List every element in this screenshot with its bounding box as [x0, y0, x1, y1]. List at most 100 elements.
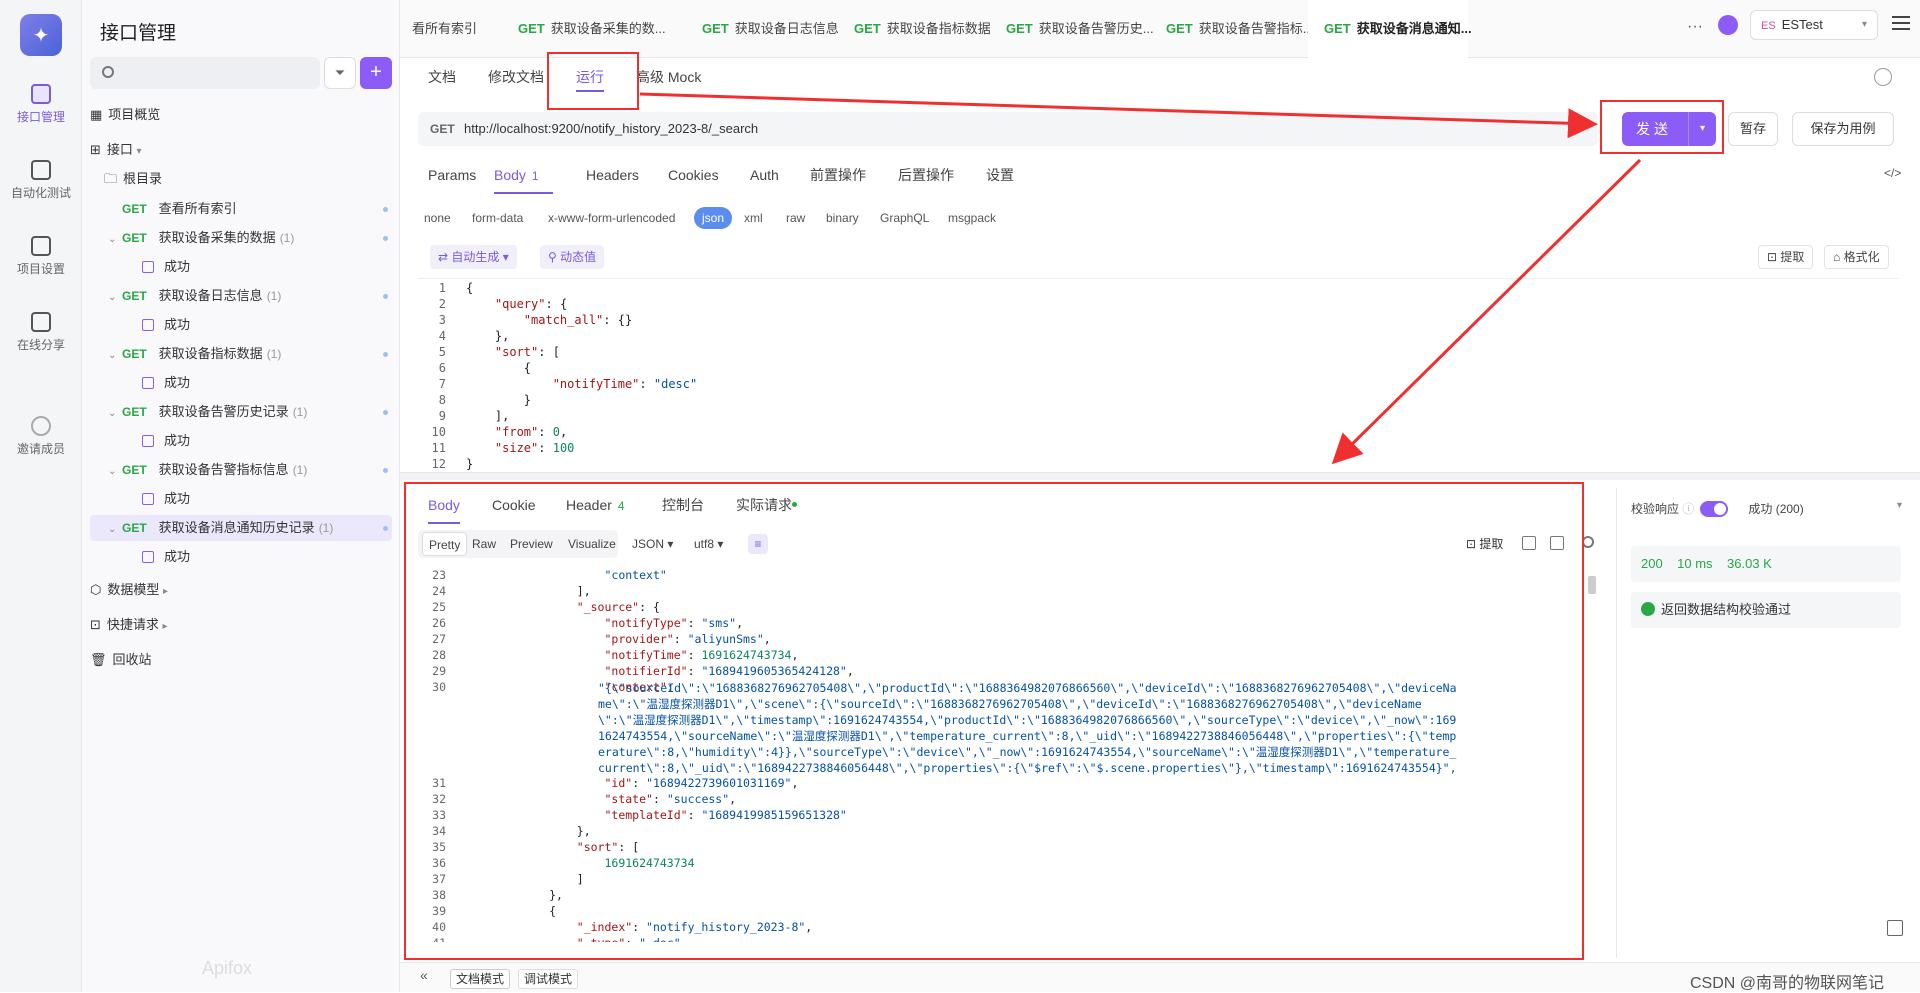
sidebar-item-api-6[interactable]: ⌄ GET 获取设备消息通知历史记录 (1) [90, 515, 392, 541]
param-tab-1[interactable]: Body 1 [494, 164, 553, 194]
validate-toggle[interactable] [1700, 501, 1729, 517]
api-icon: ⊞ [90, 142, 101, 157]
param-tab-0[interactable]: Params [428, 164, 476, 194]
layout-toggle-icon[interactable] [1887, 920, 1903, 936]
app-logo: ✦ [20, 14, 62, 56]
tab-request-1[interactable]: GET 获取设备采集的数... [502, 0, 680, 58]
code-view-icon[interactable]: </> [1884, 166, 1901, 180]
add-button[interactable]: + [360, 57, 392, 89]
request-body-editor[interactable]: 1 {2 "query": {3 "match_all": {} 4 }, 5 "so… [418, 278, 1898, 471]
body-type-GraphQL[interactable]: GraphQL [880, 207, 929, 229]
menu-icon[interactable] [1892, 16, 1910, 30]
response-time: 10 ms [1677, 556, 1713, 571]
tab-request-2[interactable]: GET 获取设备日志信息 [686, 0, 839, 58]
doc-mode-button[interactable]: 文档模式 [450, 969, 511, 989]
sidebar-search-input[interactable] [90, 57, 320, 89]
param-tab-5[interactable]: 前置操作 [810, 164, 866, 194]
sidebar-item-overview[interactable]: ▦ 项目概览 [90, 102, 392, 128]
body-type-xml[interactable]: xml [744, 207, 763, 229]
url-input[interactable]: http://localhost:9200/notify_history_202… [464, 121, 758, 136]
sidebar-case-item[interactable]: 成功 [90, 544, 392, 570]
sidebar-item-api-5[interactable]: ⌄ GET 获取设备告警指标信息 (1) [90, 457, 392, 483]
rail-item-invite[interactable]: 邀请成员 [0, 416, 82, 457]
chevron-down-icon: ⌄ [108, 408, 117, 419]
code-line: { [466, 281, 474, 295]
sidebar-item-api-0[interactable]: GET 查看所有索引 [90, 196, 392, 222]
tab-advanced-mock[interactable]: 高级 Mock [636, 62, 701, 92]
sidebar-item-api[interactable]: ⊞ 接口 ▾ [90, 137, 392, 163]
param-tab-2[interactable]: Headers [586, 164, 639, 194]
body-type-raw[interactable]: raw [786, 207, 805, 229]
debug-mode-button[interactable]: 调试模式 [518, 969, 579, 989]
body-type-form-data[interactable]: form-data [472, 207, 523, 229]
tab-request-4[interactable]: GET 获取设备告警历史... [990, 0, 1154, 58]
tab-request-6[interactable]: GET 获取设备消息通知... [1308, 0, 1472, 58]
tab-method: GET [702, 21, 729, 36]
api-name: 获取设备告警指标信息 [158, 462, 289, 477]
param-tab-7[interactable]: 设置 [986, 164, 1014, 194]
body-type-x-www-form-urlencoded[interactable]: x-www-form-urlencoded [548, 207, 675, 229]
save-draft-button[interactable]: 暂存 [1728, 112, 1778, 146]
auto-generate-button[interactable]: ⇄ 自动生成 ▾ [430, 245, 517, 269]
param-tab-4[interactable]: Auth [750, 164, 779, 194]
param-tab-label: Headers [586, 167, 639, 183]
collapse-icon[interactable]: « [420, 967, 428, 983]
api-name: 查看所有索引 [158, 201, 237, 216]
sidebar-item-api-2[interactable]: ⌄ GET 获取设备日志信息 (1) [90, 283, 392, 309]
rail-item-api-management[interactable]: 接口管理 [0, 84, 82, 125]
sidebar-case-item[interactable]: 成功 [90, 428, 392, 454]
rail-item-share[interactable]: 在线分享 [0, 312, 82, 353]
tab-label: 获取设备采集的数... [550, 21, 666, 36]
body-type-none[interactable]: none [424, 207, 451, 229]
tab-request-3[interactable]: GET 获取设备指标数据 [838, 0, 991, 58]
method-badge: GET [122, 289, 147, 303]
history-icon[interactable] [1874, 68, 1892, 86]
more-tabs-button[interactable]: ··· [1687, 18, 1703, 36]
sidebar-folder-root[interactable]: 🗀 根目录 [90, 166, 392, 192]
body-type-msgpack[interactable]: msgpack [948, 207, 996, 229]
case-icon [142, 435, 154, 447]
extract-button[interactable]: ⊡ 提取 [1758, 245, 1814, 269]
sidebar-case-item[interactable]: 成功 [90, 254, 392, 280]
case-count: (1) [292, 463, 308, 477]
param-tab-6[interactable]: 后置操作 [898, 164, 954, 194]
scrollbar-thumb[interactable] [1588, 576, 1596, 594]
body-type-binary[interactable]: binary [826, 207, 859, 229]
sidebar-case-item[interactable]: 成功 [90, 312, 392, 338]
tab-doc[interactable]: 文档 [428, 62, 456, 92]
sidebar-item-api-4[interactable]: ⌄ GET 获取设备告警历史记录 (1) [90, 399, 392, 425]
format-button[interactable]: ⌂ 格式化 [1824, 245, 1889, 269]
chevron-down-icon[interactable]: ▾ [1897, 500, 1902, 511]
dynamic-value-button[interactable]: ⚲ 动态值 [540, 245, 605, 269]
filter-button[interactable]: ⏷ [324, 57, 356, 89]
annotation-box-response [404, 482, 1584, 960]
url-bar[interactable]: GET http://localhost:9200/notify_history… [418, 112, 1598, 146]
folder-icon: 🗀 [104, 171, 118, 186]
tab-method: GET [1166, 21, 1193, 36]
body-type-json[interactable]: json [694, 207, 733, 229]
tab-edit-doc[interactable]: 修改文档 [488, 62, 544, 92]
tab-request-0[interactable]: 看所有索引 [396, 0, 496, 58]
tab-label: 看所有索引 [412, 21, 478, 36]
rail-item-project-settings[interactable]: 项目设置 [0, 236, 82, 277]
panel-splitter[interactable] [400, 472, 1920, 480]
tab-request-5[interactable]: GET 获取设备告警指标... [1150, 0, 1314, 58]
sidebar-case-item[interactable]: 成功 [90, 370, 392, 396]
sidebar-item-quick-request[interactable]: ⊡ 快捷请求 ▸ [90, 612, 392, 638]
param-tab-3[interactable]: Cookies [668, 164, 719, 194]
method-select[interactable]: GET [430, 122, 455, 136]
status-dot [383, 410, 388, 415]
sidebar-item-api-1[interactable]: ⌄ GET 获取设备采集的数据 (1) [90, 225, 392, 251]
sidebar-item-data-model[interactable]: ⬡ 数据模型 ▸ [90, 577, 392, 603]
validation-result: 返回数据结构校验通过 [1631, 592, 1901, 628]
sync-icon[interactable] [1718, 15, 1738, 35]
sidebar-case-item[interactable]: 成功 [90, 486, 392, 512]
sidebar-item-api-3[interactable]: ⌄ GET 获取设备指标数据 (1) [90, 341, 392, 367]
line-number: 6 [438, 361, 446, 375]
save-as-case-button[interactable]: 保存为用例 [1792, 112, 1894, 146]
sidebar-item-recycle[interactable]: 🗑 回收站 [90, 647, 392, 673]
validate-result-select[interactable]: 成功 (200) [1748, 502, 1803, 516]
rail-item-automation[interactable]: 自动化测试 [0, 160, 82, 201]
wand-icon: ⚲ [548, 250, 561, 264]
environment-select[interactable]: ES ESTest ▾ [1750, 10, 1878, 40]
